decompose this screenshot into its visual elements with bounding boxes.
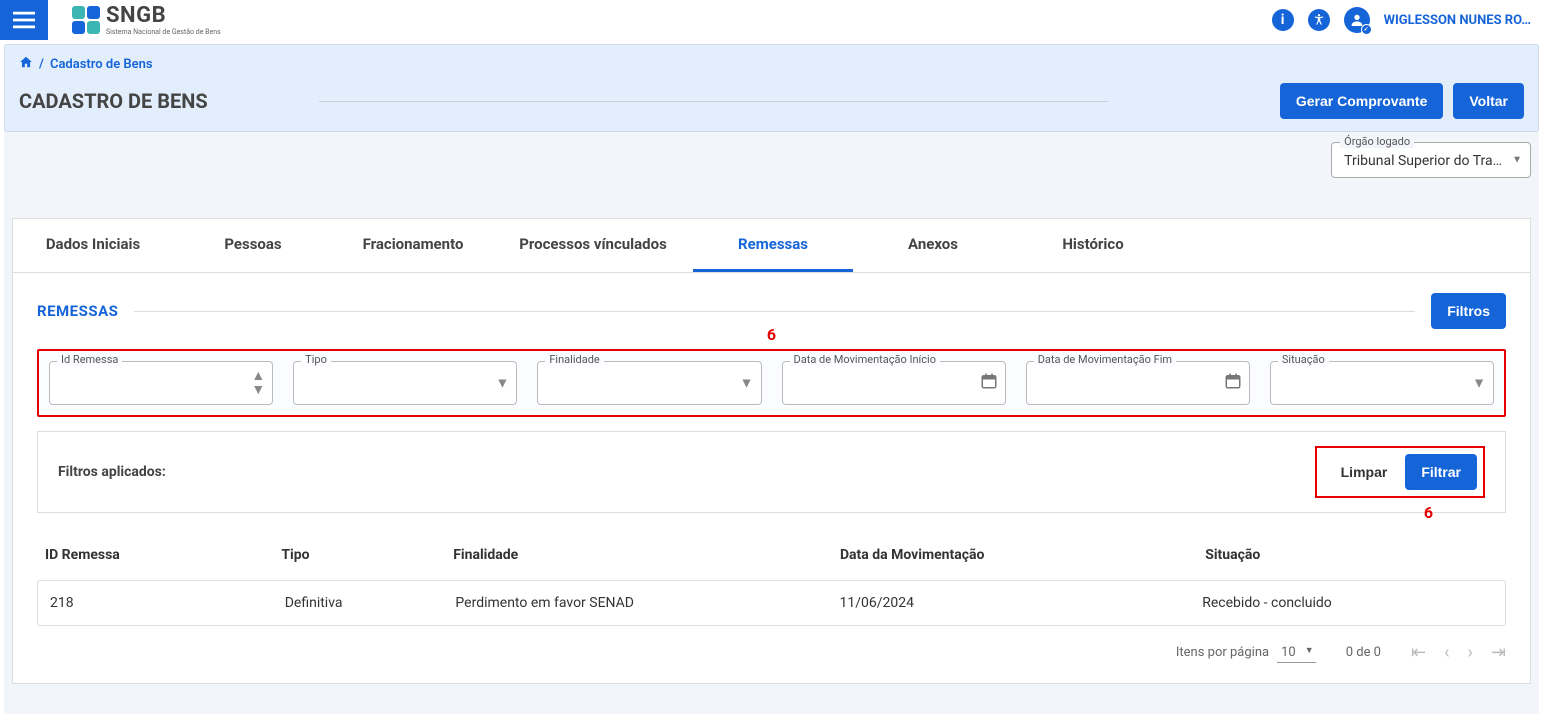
col-situacao: Situação bbox=[1201, 547, 1502, 563]
next-page-button[interactable]: › bbox=[1468, 642, 1473, 663]
col-data: Data da Movimentação bbox=[836, 547, 1201, 563]
first-page-button[interactable]: ⇤ bbox=[1411, 642, 1426, 663]
tab-remessas[interactable]: Remessas bbox=[693, 219, 853, 272]
divider bbox=[134, 311, 1415, 312]
tab-historico[interactable]: Histórico bbox=[1013, 219, 1173, 272]
col-finalidade: Finalidade bbox=[449, 547, 836, 563]
breadcrumb-current[interactable]: Cadastro de Bens bbox=[50, 57, 153, 72]
orgao-logado-select[interactable]: Órgão logado Tribunal Superior do Tra… ▼ bbox=[1331, 142, 1531, 178]
chevron-down-icon: ▼ bbox=[1472, 375, 1486, 392]
remessas-table: ID Remessa Tipo Finalidade Data da Movim… bbox=[37, 537, 1506, 626]
limpar-button[interactable]: Limpar bbox=[1323, 454, 1406, 490]
accessibility-svg bbox=[1312, 13, 1326, 27]
id-remessa-field[interactable]: Id Remessa ▲▼ bbox=[49, 361, 273, 405]
col-tipo: Tipo bbox=[277, 547, 449, 563]
cell-tipo: Definitiva bbox=[281, 595, 452, 611]
calendar-icon[interactable] bbox=[980, 372, 998, 394]
chevron-down-icon: ▼ bbox=[1512, 155, 1522, 166]
breadcrumb: / Cadastro de Bens bbox=[19, 51, 1524, 83]
tab-fracionamento[interactable]: Fracionamento bbox=[333, 219, 493, 272]
data-fim-field[interactable]: Data de Movimentação Fim bbox=[1026, 361, 1250, 405]
tab-pessoas[interactable]: Pessoas bbox=[173, 219, 333, 272]
filtrar-button[interactable]: Filtrar bbox=[1405, 454, 1477, 490]
cell-id: 218 bbox=[46, 595, 281, 611]
hamburger-icon bbox=[13, 11, 35, 29]
data-inicio-input[interactable] bbox=[782, 361, 1006, 405]
number-spinner-icon[interactable]: ▲▼ bbox=[251, 369, 265, 397]
prev-page-button[interactable]: ‹ bbox=[1444, 642, 1449, 663]
cell-data: 11/06/2024 bbox=[836, 595, 1199, 611]
page-title: CADASTRO DE BENS bbox=[19, 89, 208, 113]
col-id: ID Remessa bbox=[41, 547, 277, 563]
tab-processos-vinculados[interactable]: Processos vínculados bbox=[493, 219, 693, 272]
situacao-select[interactable]: Situação ▼ bbox=[1270, 361, 1494, 405]
breadcrumb-separator: / bbox=[39, 57, 44, 72]
chevron-down-icon: ▼ bbox=[495, 375, 509, 392]
situacao-input[interactable] bbox=[1270, 361, 1494, 405]
filter-fields-box: Id Remessa ▲▼ Tipo ▼ Finalidade ▼ bbox=[37, 349, 1506, 417]
verified-badge-icon: ✓ bbox=[1361, 24, 1372, 35]
filtros-button[interactable]: Filtros bbox=[1431, 293, 1506, 329]
pagination: Itens por página 10 ▼ 0 de 0 ⇤ ‹ › ⇥ bbox=[37, 642, 1506, 663]
data-fim-input[interactable] bbox=[1026, 361, 1250, 405]
voltar-button[interactable]: Voltar bbox=[1453, 83, 1524, 119]
table-row[interactable]: 218 Definitiva Perdimento em favor SENAD… bbox=[37, 580, 1506, 626]
calendar-icon[interactable] bbox=[1224, 372, 1242, 394]
finalidade-select[interactable]: Finalidade ▼ bbox=[537, 361, 761, 405]
annotation-bottom: 6 bbox=[1424, 503, 1433, 522]
tabs: Dados Iniciais Pessoas Fracionamento Pro… bbox=[12, 218, 1531, 272]
panel-title: REMESSAS bbox=[37, 302, 118, 320]
cell-finalidade: Perdimento em favor SENAD bbox=[451, 595, 835, 611]
data-inicio-field[interactable]: Data de Movimentação Início bbox=[782, 361, 1006, 405]
page-size-select[interactable]: 10 ▼ bbox=[1277, 643, 1316, 663]
logo-text: SNGB Sistema Nacional de Gestão de Bens bbox=[106, 5, 221, 36]
filter-actions-box: Limpar Filtrar 6 bbox=[1315, 446, 1485, 498]
gerar-comprovante-button[interactable]: Gerar Comprovante bbox=[1280, 83, 1443, 119]
tipo-select[interactable]: Tipo ▼ bbox=[293, 361, 517, 405]
tab-dados-iniciais[interactable]: Dados Iniciais bbox=[13, 219, 173, 272]
user-avatar-icon[interactable]: ✓ bbox=[1344, 7, 1370, 33]
chevron-down-icon: ▼ bbox=[1305, 645, 1314, 656]
orgao-logado-value: Tribunal Superior do Tra… bbox=[1344, 153, 1502, 169]
finalidade-input[interactable] bbox=[537, 361, 761, 405]
chevron-down-icon: ▼ bbox=[740, 375, 754, 392]
hamburger-menu-button[interactable] bbox=[0, 0, 48, 40]
filtros-aplicados-label: Filtros aplicados: bbox=[58, 464, 166, 480]
cell-situacao: Recebido - concluido bbox=[1198, 595, 1497, 611]
info-icon[interactable]: i bbox=[1272, 9, 1294, 31]
tab-anexos[interactable]: Anexos bbox=[853, 219, 1013, 272]
username-link[interactable]: WIGLESSON NUNES RO… bbox=[1384, 13, 1531, 28]
accessibility-icon[interactable] bbox=[1308, 9, 1330, 31]
pagination-range: 0 de 0 bbox=[1346, 645, 1381, 660]
tipo-input[interactable] bbox=[293, 361, 517, 405]
last-page-button[interactable]: ⇥ bbox=[1491, 642, 1506, 663]
id-remessa-input[interactable] bbox=[49, 361, 273, 405]
logo-icon bbox=[72, 6, 100, 34]
logo[interactable]: SNGB Sistema Nacional de Gestão de Bens bbox=[72, 5, 221, 36]
home-icon[interactable] bbox=[19, 55, 33, 73]
annotation-top: 6 bbox=[767, 325, 776, 344]
orgao-logado-label: Órgão logado bbox=[1340, 135, 1414, 148]
items-per-page-label: Itens por página bbox=[1176, 645, 1269, 660]
